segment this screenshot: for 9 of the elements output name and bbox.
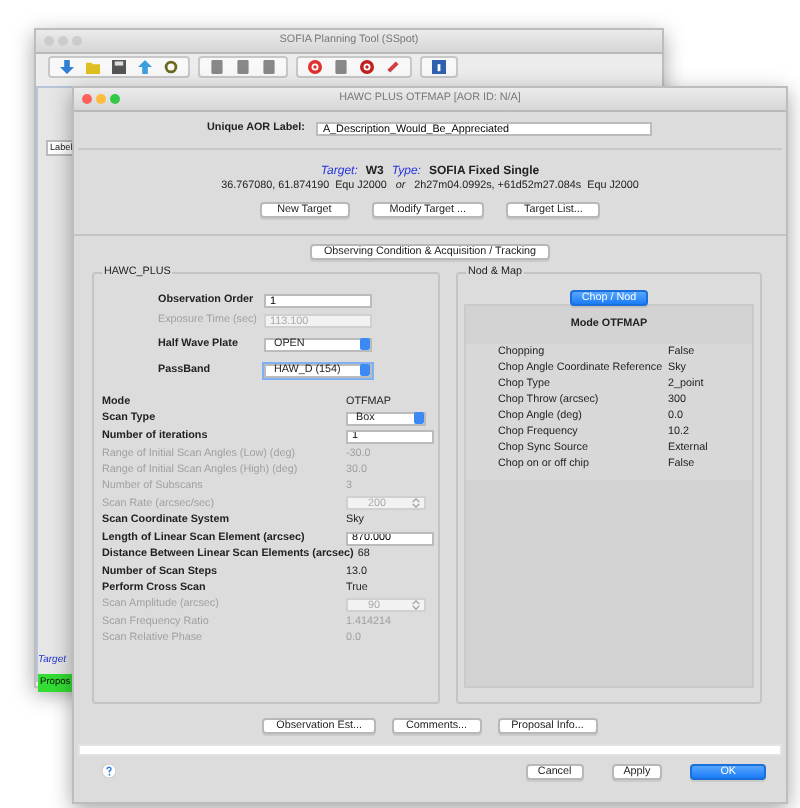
- folder-icon[interactable]: [86, 59, 100, 73]
- document-icon[interactable]: [334, 59, 348, 73]
- arrow-up-icon[interactable]: [138, 59, 152, 73]
- help-icon[interactable]: [102, 764, 116, 779]
- target-icon[interactable]: [308, 59, 322, 73]
- save-icon[interactable]: [112, 59, 126, 73]
- arrow-down-icon[interactable]: [60, 59, 74, 73]
- info-icon[interactable]: [432, 59, 446, 73]
- target-icon[interactable]: [360, 59, 374, 73]
